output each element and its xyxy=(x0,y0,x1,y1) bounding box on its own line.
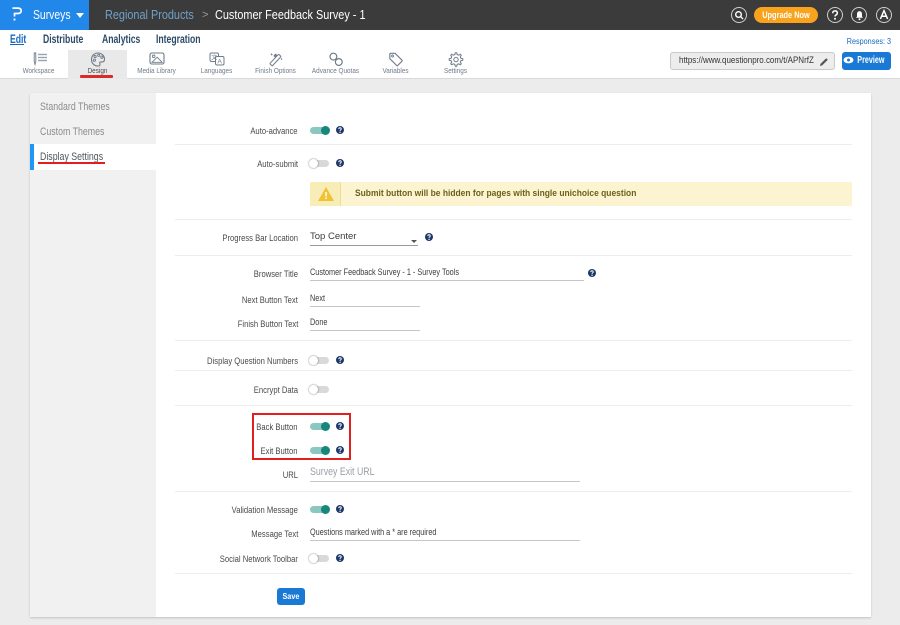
svg-text:文: 文 xyxy=(211,53,217,61)
svg-text:A: A xyxy=(217,58,222,65)
